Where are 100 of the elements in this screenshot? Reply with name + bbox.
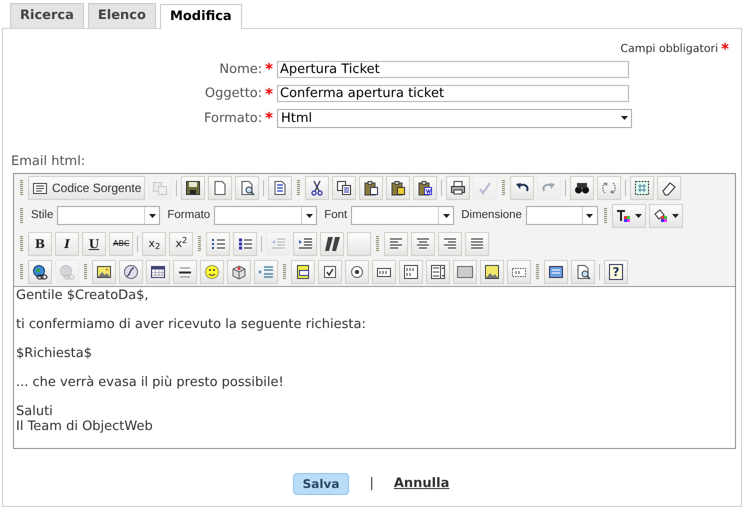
align-center-icon <box>415 236 432 252</box>
dropdown-label: Font <box>324 208 348 223</box>
paragraph: Saluti Il Team di ObjectWeb <box>16 404 154 434</box>
clipboard-icon <box>417 180 434 196</box>
toolbar-button[interactable] <box>507 260 531 284</box>
caret-icon <box>672 214 679 218</box>
toolbar-button[interactable] <box>372 260 396 284</box>
cancel-link[interactable]: Annulla <box>394 474 450 494</box>
toolbar-button[interactable] <box>206 232 230 256</box>
required-marker: * <box>265 113 273 124</box>
separator-text: | <box>369 474 374 493</box>
toolbar-button[interactable] <box>293 232 318 256</box>
toolbar-button[interactable] <box>345 260 369 284</box>
outdent-icon <box>270 236 286 252</box>
toolbar-button[interactable]: x$_{2}$ <box>142 232 166 256</box>
toolbar-button[interactable] <box>173 260 197 284</box>
field-label: Oggetto: <box>204 85 262 103</box>
documents-icon <box>152 180 168 196</box>
document-magnifier-icon <box>239 180 256 196</box>
align-left-icon <box>388 236 404 252</box>
printer-icon <box>450 180 466 196</box>
form-button-icon <box>457 264 473 280</box>
required-marker: * <box>265 64 273 74</box>
color-button[interactable] <box>648 204 683 228</box>
toolbar-button[interactable] <box>291 260 315 284</box>
text-field[interactable]: Conferma apertura ticket <box>277 85 629 102</box>
tab[interactable]: Modifica <box>160 4 242 29</box>
toolbar-button[interactable] <box>657 176 682 200</box>
toolbar-button[interactable] <box>359 176 384 200</box>
save-button[interactable]: Salva <box>292 472 350 494</box>
toolbar-button[interactable] <box>208 176 232 200</box>
toolbar-button[interactable] <box>235 176 260 200</box>
toolbar-button[interactable] <box>630 176 654 200</box>
checkbox-icon <box>322 264 338 280</box>
clipboard-icon <box>363 180 380 196</box>
image-icon <box>96 264 112 280</box>
window-icon <box>548 264 564 280</box>
paragraph: ... che verrà evasa il più presto possibile! <box>16 374 285 390</box>
toolbar-button[interactable] <box>386 176 410 200</box>
circle-stroke-icon <box>123 264 139 280</box>
toolbar-button[interactable] <box>413 176 438 200</box>
toolbar-button[interactable]: ? <box>604 260 628 284</box>
paragraph: ti confermiamo di aver ricevuto la seguente richiesta: <box>16 316 367 332</box>
toolbar-button[interactable] <box>399 260 423 284</box>
text-field[interactable]: Apertura Ticket <box>277 60 629 78</box>
toolbar-button[interactable] <box>119 260 143 284</box>
format-select[interactable]: Html <box>277 108 632 128</box>
source-button[interactable]: Codice Sorgente <box>28 176 146 200</box>
align-justify-icon <box>469 236 486 252</box>
toolbar-button[interactable] <box>438 232 462 256</box>
toolbar-button[interactable] <box>384 232 408 256</box>
toolbar-button[interactable]: B <box>28 232 52 256</box>
table-icon <box>150 264 166 280</box>
smiley-icon <box>204 264 220 280</box>
toolbar-button[interactable] <box>305 176 330 200</box>
toolbar-button[interactable]: ABC <box>109 232 134 256</box>
caret-icon <box>586 214 594 218</box>
copy-icon <box>336 180 352 196</box>
toolbar-button[interactable]: U <box>82 232 106 256</box>
toolbar-button[interactable] <box>571 260 595 284</box>
toolbar-button[interactable] <box>411 232 436 256</box>
toolbar-button[interactable] <box>480 260 504 284</box>
toolbar-button[interactable] <box>268 176 292 200</box>
toolbar-button[interactable] <box>544 260 568 284</box>
toolbar-button[interactable]: I <box>55 232 79 256</box>
radio-button-icon <box>349 264 365 280</box>
required-marker: * <box>265 88 273 99</box>
toolbar-button[interactable] <box>332 176 356 200</box>
toolbar-button[interactable] <box>92 260 116 284</box>
select-all-icon <box>634 180 650 196</box>
toolbar-button[interactable] <box>318 260 342 284</box>
toolbar-button[interactable] <box>446 176 470 200</box>
caret-icon <box>621 116 628 120</box>
tab[interactable]: Elenco <box>88 3 156 28</box>
toolbar-button[interactable] <box>570 176 594 200</box>
toolbar-button[interactable] <box>146 260 170 284</box>
quote-icon <box>324 236 340 252</box>
toolbar-button[interactable] <box>233 232 258 256</box>
caret-icon <box>306 214 313 218</box>
toolbar-button[interactable] <box>465 232 490 256</box>
toolbar-button[interactable] <box>181 176 206 200</box>
caret-icon <box>442 214 450 218</box>
list-box-icon <box>430 264 446 280</box>
toolbar-button[interactable] <box>510 176 534 200</box>
align-right-icon <box>442 236 458 252</box>
tab[interactable]: Ricerca <box>10 3 84 28</box>
document-lines-icon <box>272 180 288 196</box>
field-label: Formato: <box>204 110 262 128</box>
document-icon <box>212 180 228 196</box>
dropdown-label: Formato <box>167 208 210 223</box>
toolbar-button[interactable] <box>320 232 344 256</box>
toolbar-button[interactable] <box>28 260 52 284</box>
bulleted-list-icon <box>237 236 254 252</box>
toolbar-button[interactable]: x$^{2}$ <box>169 232 194 256</box>
color-button[interactable] <box>612 204 646 228</box>
required-fields-note: Campi obbligatori <box>620 41 718 57</box>
toolbar-button[interactable] <box>426 260 450 284</box>
caret-icon <box>148 214 156 218</box>
text-area-icon <box>403 264 419 280</box>
required-marker: * <box>721 44 729 54</box>
